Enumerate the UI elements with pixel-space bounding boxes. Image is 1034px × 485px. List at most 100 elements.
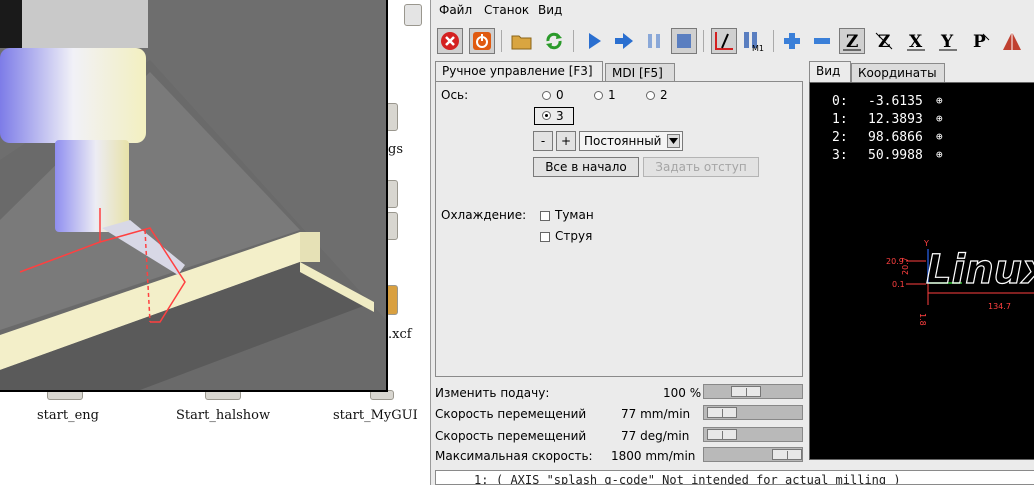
preview-dim-label: 20.7 <box>901 257 910 275</box>
mist-label: Туман <box>555 208 594 222</box>
view-p-button[interactable]: P <box>967 28 993 54</box>
svg-text:M1: M1 <box>752 44 764 52</box>
slider-handle[interactable] <box>707 429 737 440</box>
coolant-label: Охлаждение: <box>441 208 527 222</box>
jog-mode-select[interactable]: Постоянный <box>579 131 683 151</box>
pause-button[interactable] <box>641 28 667 54</box>
slider-handle[interactable] <box>731 386 761 397</box>
preview-dim-label: 0.1 <box>892 280 905 289</box>
svg-text:Z: Z <box>846 32 858 52</box>
flood-checkbox[interactable] <box>540 232 550 242</box>
zoom-out-icon <box>814 38 830 44</box>
gcode-line-number: 1: <box>474 473 489 485</box>
toolbar-separator <box>773 30 774 52</box>
zoom-in-button[interactable] <box>779 28 805 54</box>
menu-machine[interactable]: Станок <box>484 3 529 17</box>
feed-override-slider[interactable] <box>703 384 803 399</box>
feed-override-value: 100 % <box>663 386 702 400</box>
view-x-icon: X <box>907 32 925 52</box>
step-button[interactable] <box>611 28 637 54</box>
svg-text:Y: Y <box>940 32 954 52</box>
run-icon <box>589 33 601 49</box>
home-all-button[interactable]: Все в начало <box>533 157 639 177</box>
stop-button[interactable] <box>671 28 697 54</box>
estop-icon <box>441 32 459 50</box>
menu-file[interactable]: Файл <box>439 3 472 17</box>
view-z-button[interactable]: Z <box>839 28 865 54</box>
axis-radio-0[interactable] <box>542 91 551 100</box>
view-x-button[interactable]: X <box>903 28 929 54</box>
spindle-shaft <box>55 140 129 232</box>
axis-label: Ось: <box>441 88 469 102</box>
tab-coordinates[interactable]: Координаты <box>851 63 945 82</box>
axis-radio-0-label: 0 <box>556 88 564 102</box>
3d-machine-viewport[interactable] <box>0 0 388 392</box>
axis-radio-2-label: 2 <box>660 88 668 102</box>
max-velocity-slider[interactable] <box>703 447 803 462</box>
gcode-listing[interactable]: 1: ( AXIS "splash g-code" Not intended f… <box>435 470 1034 485</box>
menu-view[interactable]: Вид <box>538 3 562 17</box>
angular-jog-speed-slider[interactable] <box>703 427 803 442</box>
reload-icon <box>546 32 562 50</box>
zoom-out-button[interactable] <box>809 28 835 54</box>
reload-button[interactable] <box>541 28 567 54</box>
toolbar: M1 Z Z X Y P <box>431 26 1034 58</box>
toolbar-separator <box>703 30 704 52</box>
block-delete-button[interactable] <box>711 28 737 54</box>
view-z2-button[interactable]: Z <box>871 28 897 54</box>
estop-button[interactable] <box>437 28 463 54</box>
svg-text:Z: Z <box>878 32 890 52</box>
jog-speed-value: 77 mm/min <box>621 407 691 421</box>
max-velocity-label: Максимальная скорость: <box>435 449 593 463</box>
axis-radio-3[interactable] <box>542 111 551 120</box>
axis-radio-1-label: 1 <box>608 88 616 102</box>
desktop-icon-top[interactable] <box>404 4 422 26</box>
jog-mode-value: Постоянный <box>584 134 662 148</box>
jog-minus-button[interactable]: - <box>533 131 553 151</box>
chevron-down-icon[interactable] <box>667 134 680 148</box>
tab-preview[interactable]: Вид <box>809 61 851 82</box>
svg-text:X: X <box>909 32 923 52</box>
slider-handle[interactable] <box>772 449 802 460</box>
desktop-icon-label-start-mygui: start_MyGUI <box>333 408 418 423</box>
feed-override-label: Изменить подачу: <box>435 386 550 400</box>
pause-icon <box>648 34 660 48</box>
flood-label: Струя <box>555 229 593 243</box>
optional-stop-button[interactable]: M1 <box>741 28 767 54</box>
axis-radio-3-label: 3 <box>556 109 564 123</box>
angular-jog-speed-label: Скорость перемещений <box>435 429 587 443</box>
step-icon <box>615 33 633 49</box>
block-delete-icon <box>715 32 733 50</box>
machine-3d-scene <box>0 0 386 390</box>
spindle-head-dark <box>0 0 22 48</box>
view-z-icon: Z <box>843 32 861 52</box>
manual-control-panel: Ось: 0 1 2 3 - + Постоянный Все в начало… <box>435 81 803 377</box>
view-y-button[interactable]: Y <box>935 28 961 54</box>
mist-checkbox[interactable] <box>540 211 550 221</box>
axis-radio-3-frame[interactable]: 3 <box>534 107 574 125</box>
spindle-head <box>0 0 148 48</box>
tab-manual-control[interactable]: Ручное управление [F3] <box>435 61 603 82</box>
touch-off-button[interactable]: Задать отступ <box>643 157 759 177</box>
open-file-button[interactable] <box>509 28 535 54</box>
slider-handle[interactable] <box>707 407 737 418</box>
tab-mdi[interactable]: MDI [F5] <box>605 63 675 82</box>
desktop-icon-label-start-halshow: Start_halshow <box>176 408 271 423</box>
optional-stop-icon: M1 <box>744 32 764 52</box>
clear-plot-button[interactable] <box>999 28 1025 54</box>
axis-radio-1[interactable] <box>594 91 603 100</box>
jog-speed-slider[interactable] <box>703 405 803 420</box>
view-p-icon: P <box>973 32 990 52</box>
power-button[interactable] <box>469 28 495 54</box>
preview-dim-label: 134.7 <box>988 302 1011 311</box>
view-z2-icon: Z <box>875 32 893 52</box>
preview-plot[interactable]: 0: -3.6135 ⊕ 1: 12.3893 ⊕ 2: 98.6866 ⊕ 3… <box>809 82 1034 460</box>
run-button[interactable] <box>581 28 607 54</box>
spindle-housing <box>0 48 146 143</box>
toolbar-separator <box>501 30 502 52</box>
jog-plus-button[interactable]: + <box>556 131 576 151</box>
axis-radio-2[interactable] <box>646 91 655 100</box>
view-y-icon: Y <box>939 32 957 52</box>
desktop-icon-label-partial: gs <box>388 142 403 157</box>
stop-icon <box>677 34 691 48</box>
